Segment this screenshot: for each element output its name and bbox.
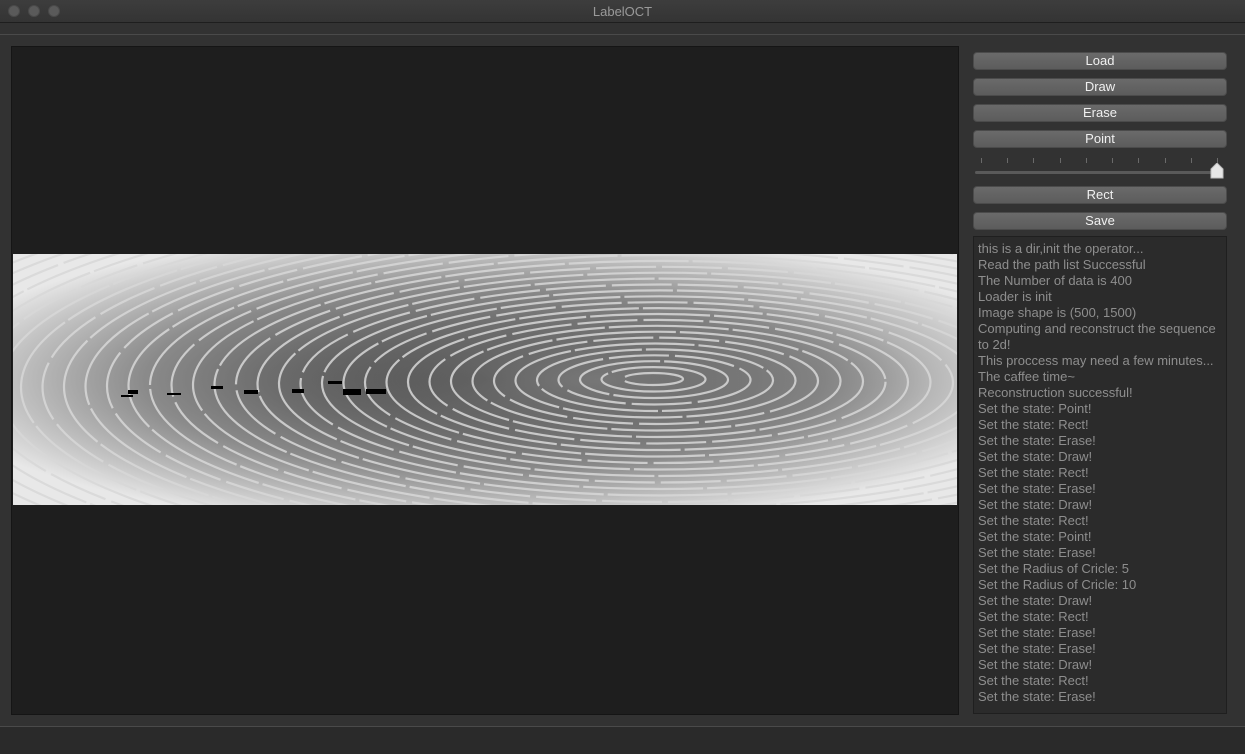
draw-button[interactable]: Draw (973, 78, 1227, 96)
log-line: Computing and reconstruct the sequence t… (978, 321, 1216, 352)
log-line: Set the state: Draw! (978, 449, 1093, 464)
slider-tick (1007, 158, 1009, 163)
log-line: Set the state: Erase! (978, 625, 1096, 640)
log-line: Reconstruction successful! (978, 385, 1133, 400)
radius-slider[interactable] (973, 154, 1227, 180)
image-canvas[interactable] (11, 46, 959, 715)
erase-button[interactable]: Erase (973, 104, 1227, 122)
slider-thumb[interactable] (1210, 163, 1224, 179)
slider-tick (1112, 158, 1114, 163)
slider-tick (1059, 158, 1061, 163)
annotation-marks (13, 254, 957, 505)
slider-tick (1138, 158, 1140, 163)
log-line: Set the state: Point! (978, 401, 1092, 416)
log-line: Read the path list Successful (978, 257, 1146, 272)
log-line: Set the state: Draw! (978, 593, 1093, 608)
log-line: Loader is init (978, 289, 1052, 304)
log-line: Set the state: Draw! (978, 497, 1093, 512)
save-button[interactable]: Save (973, 212, 1227, 230)
slider-ticks (981, 158, 1218, 164)
log-line: Set the state: Point! (978, 529, 1092, 544)
log-line: Set the state: Erase! (978, 545, 1096, 560)
log-line: Set the state: Draw! (978, 657, 1093, 672)
annotation-mark (211, 386, 223, 389)
log-line: Set the state: Rect! (978, 609, 1089, 624)
slider-tick (1190, 158, 1192, 163)
slider-track[interactable] (975, 171, 1223, 174)
log-line: Set the Radius of Cricle: 5 (978, 561, 1130, 576)
log-line: Set the state: Rect! (978, 673, 1089, 688)
slider-tick (1033, 158, 1035, 163)
log-line: Set the state: Erase! (978, 433, 1096, 448)
annotation-mark (244, 390, 258, 394)
annotation-mark (121, 395, 133, 397)
log-line: Set the state: Erase! (978, 641, 1096, 656)
log-output[interactable]: this is a dir,init the operator... Read t… (973, 236, 1227, 714)
log-line: Set the state: Rect! (978, 513, 1089, 528)
toolbar-divider (0, 34, 1245, 35)
log-line: Set the state: Rect! (978, 465, 1089, 480)
annotation-mark (128, 390, 138, 394)
log-line: Image shape is (500, 1500) (978, 305, 1137, 320)
log-line: This proccess may need a few minutes... (978, 353, 1214, 368)
slider-tick (1164, 158, 1166, 163)
log-line: Set the state: Rect! (978, 417, 1089, 432)
slider-tick (1085, 158, 1087, 163)
log-line: Set the state: Erase! (978, 689, 1096, 704)
annotation-mark (328, 381, 342, 384)
log-line: Set the Radius of Cricle: 10 (978, 577, 1137, 592)
annotation-mark (366, 389, 386, 394)
log-line: Set the state: Erase! (978, 481, 1096, 496)
oct-image[interactable] (13, 254, 957, 505)
annotation-mark (167, 393, 181, 395)
window-title: LabelOCT (592, 4, 653, 19)
log-line: The caffee time~ (978, 369, 1075, 384)
rect-button[interactable]: Rect (973, 186, 1227, 204)
log-line: this is a dir,init the operator... (978, 241, 1144, 256)
annotation-mark (292, 389, 304, 393)
load-button[interactable]: Load (973, 52, 1227, 70)
point-button[interactable]: Point (973, 130, 1227, 148)
title-bar: LabelOCT (0, 0, 1245, 23)
annotation-mark (343, 389, 361, 395)
slider-tick (981, 158, 982, 163)
status-bar (0, 726, 1245, 754)
log-line: The Number of data is 400 (978, 273, 1132, 288)
